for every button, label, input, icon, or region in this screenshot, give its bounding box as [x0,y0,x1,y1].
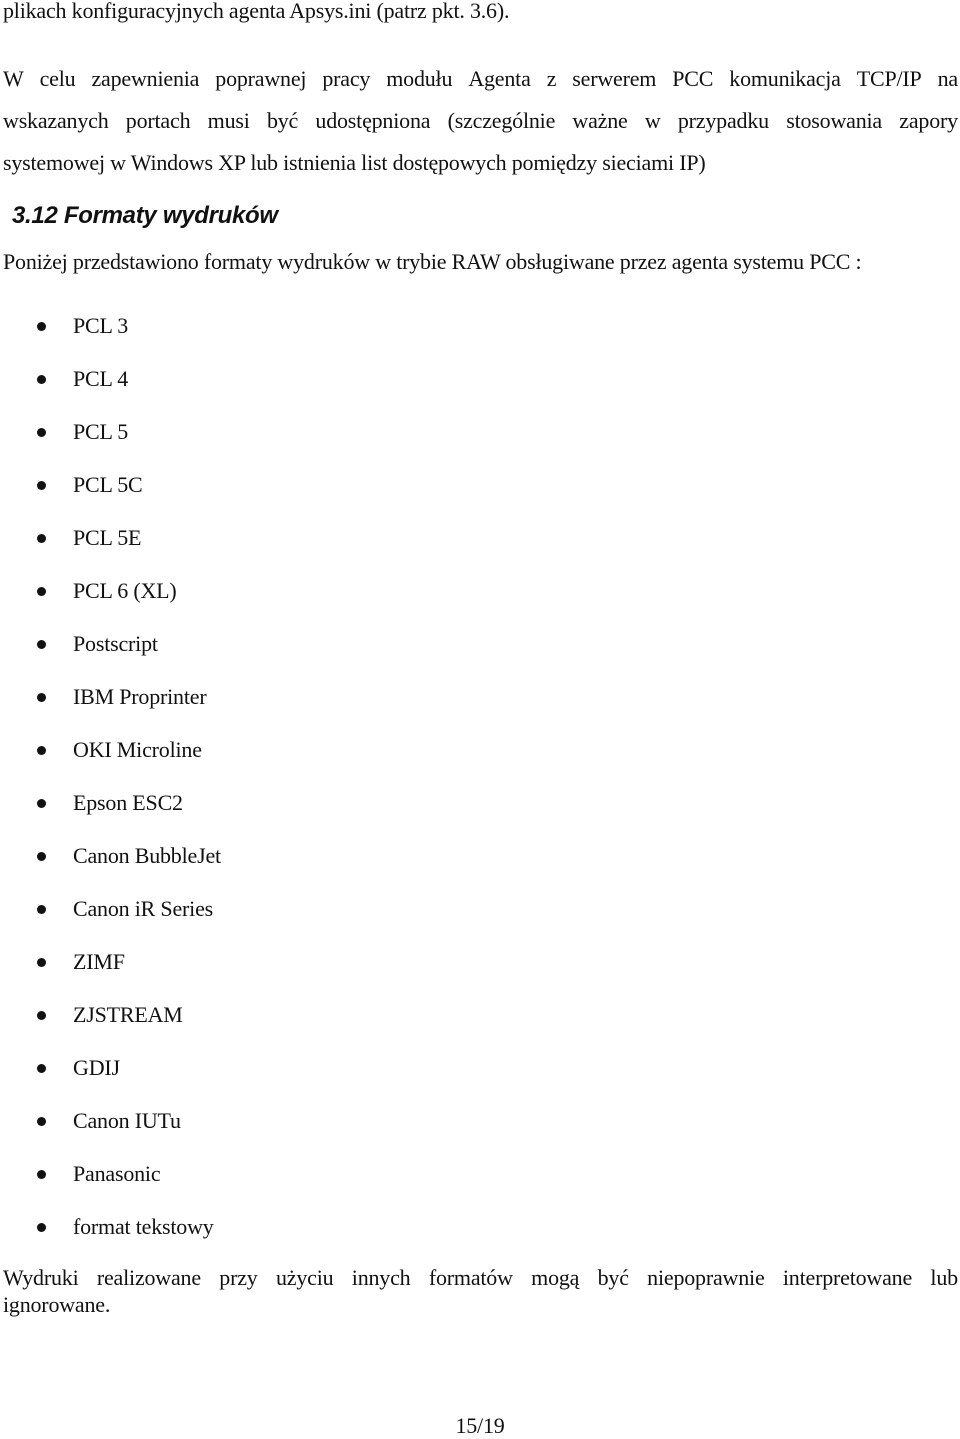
word: lub [930,1265,958,1290]
bullet-icon [37,852,46,861]
intro-text: Poniżej przedstawiono formaty wydruków w… [3,249,862,274]
bullet-icon [37,428,46,437]
word: wskazanych [3,108,109,133]
word: Agenta [468,66,531,91]
word: mogą [531,1265,580,1290]
format-label: Postscript [73,631,158,656]
bullet-icon [37,1011,46,1020]
bullet-icon [37,322,46,331]
page-number: 15/19 [455,1413,505,1438]
word: przypadku [677,108,769,133]
word: zapewnienia [91,66,200,91]
bullet-icon [37,746,46,755]
word: PCC [672,66,714,91]
word: portach [125,108,191,133]
bullet-icon [37,375,46,384]
word: W [3,66,24,91]
format-label: Canon iR Series [73,896,213,921]
paragraph2-line-2: ignorowane. [3,1292,111,1317]
word: celu [39,66,76,91]
format-label: PCL 5C [73,472,143,497]
word: stosowania [786,108,882,133]
word: innych [351,1265,411,1290]
word: komunikacja [729,66,841,91]
format-label: PCL 4 [73,366,129,391]
word: w [644,108,661,133]
format-label: PCL 5E [73,525,142,550]
format-label: Canon IUTu [73,1108,181,1133]
paragraph1-line-2: wskazanych portach musi być udostępniona (szc… [3,108,958,134]
word: realizowane [96,1265,201,1290]
bullet-icon [37,1064,46,1073]
word: zapory [899,108,958,133]
paragraph1-line-1: Wcelu zapewnienia poprawnej pracy modułu Agen… [3,66,958,92]
bullet-icon [37,958,46,967]
word: modułu [386,66,453,91]
bullet-icon [37,1223,46,1232]
format-label: Canon BubbleJet [73,843,221,868]
bullet-icon [37,1117,46,1126]
format-label: ZJSTREAM [73,1002,183,1027]
word: serwerem [572,66,657,91]
word: musi [207,108,250,133]
paragraph1-line-3: systemowej w Windows XP lub istnienia li… [3,150,706,175]
format-label: IBM Proprinter [73,684,207,709]
word: być [266,108,299,133]
word: TCP/IP [856,66,922,91]
format-label: Panasonic [73,1161,161,1186]
word: pracy [322,66,371,91]
bullet-icon [37,640,46,649]
paragraph2-line-1: Wydruki realizowane przy użyciu innych format… [3,1265,958,1291]
bullet-icon [37,693,46,702]
format-label: OKI Microline [73,737,202,762]
word: udostępniona [315,108,431,133]
format-label: PCL 6 (XL) [73,578,177,603]
word: interpretowane [782,1265,913,1290]
word: formatów [428,1265,513,1290]
bullet-icon [37,534,46,543]
word: poprawnej [215,66,307,91]
format-label: format tekstowy [73,1214,214,1239]
word: Wydruki [3,1265,79,1290]
format-label: Epson ESC2 [73,790,183,815]
bullet-icon [37,905,46,914]
word: ważne [572,108,628,133]
word: na [937,66,959,91]
word: przy [219,1265,258,1290]
bullet-icon [37,587,46,596]
word: użyciu [275,1265,334,1290]
top-line-text: plikach konfiguracyjnych agenta Apsys.in… [3,0,510,23]
format-label: ZIMF [73,949,125,974]
bullet-icon [37,799,46,808]
bullet-icon [37,481,46,490]
word: niepoprawnie [647,1265,765,1290]
bullet-icon [37,1170,46,1179]
format-label: GDIJ [73,1055,120,1080]
section-heading: 3.12 Formaty wydruków [12,202,278,229]
word: być [597,1265,629,1290]
word: (szczególnie [447,108,556,133]
format-label: PCL 5 [73,419,129,444]
word: z [546,66,557,91]
format-label: PCL 3 [73,313,129,338]
